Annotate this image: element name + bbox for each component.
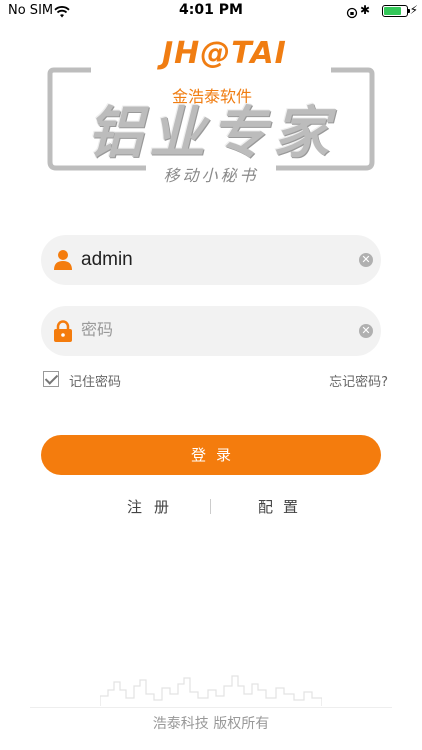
secondary-links: 注册 配置 (0, 496, 422, 518)
checkbox-checked-icon[interactable] (43, 371, 59, 387)
register-link[interactable]: 注册 (127, 496, 181, 517)
company-mark: JH@TAI (162, 36, 287, 71)
clock: 4:01 PM (179, 2, 243, 18)
product-tagline: 移动小秘书 (163, 166, 259, 185)
password-input[interactable] (81, 306, 341, 356)
status-bar: No SIM 4:01 PM ✱ ⚡ (0, 0, 422, 22)
battery-icon (382, 5, 410, 17)
footer-divider (30, 707, 392, 708)
password-field[interactable]: ✕ (41, 306, 381, 356)
username-field[interactable]: ✕ (41, 235, 381, 285)
rotation-lock-icon (346, 4, 358, 23)
copyright-text: 浩泰科技 版权所有 (152, 716, 270, 732)
config-link[interactable]: 配置 (258, 496, 308, 517)
forgot-password-link[interactable]: 忘记密码? (329, 371, 388, 390)
clear-icon[interactable]: ✕ (359, 253, 373, 267)
product-name: 铝业专家 (87, 101, 335, 166)
city-skyline-illustration (99, 672, 323, 710)
clear-icon[interactable]: ✕ (359, 324, 373, 338)
username-input[interactable] (81, 235, 341, 285)
user-icon (53, 249, 73, 271)
login-button[interactable]: 登录 (41, 435, 381, 475)
divider (210, 499, 211, 514)
remember-password-label: 记住密码 (69, 375, 122, 390)
app-logo: JH@TAI 金浩泰软件 铝业专家 移动小秘书 (46, 28, 376, 188)
charging-icon: ⚡ (409, 3, 418, 17)
lock-icon (53, 320, 73, 342)
bluetooth-icon: ✱ (359, 3, 370, 17)
